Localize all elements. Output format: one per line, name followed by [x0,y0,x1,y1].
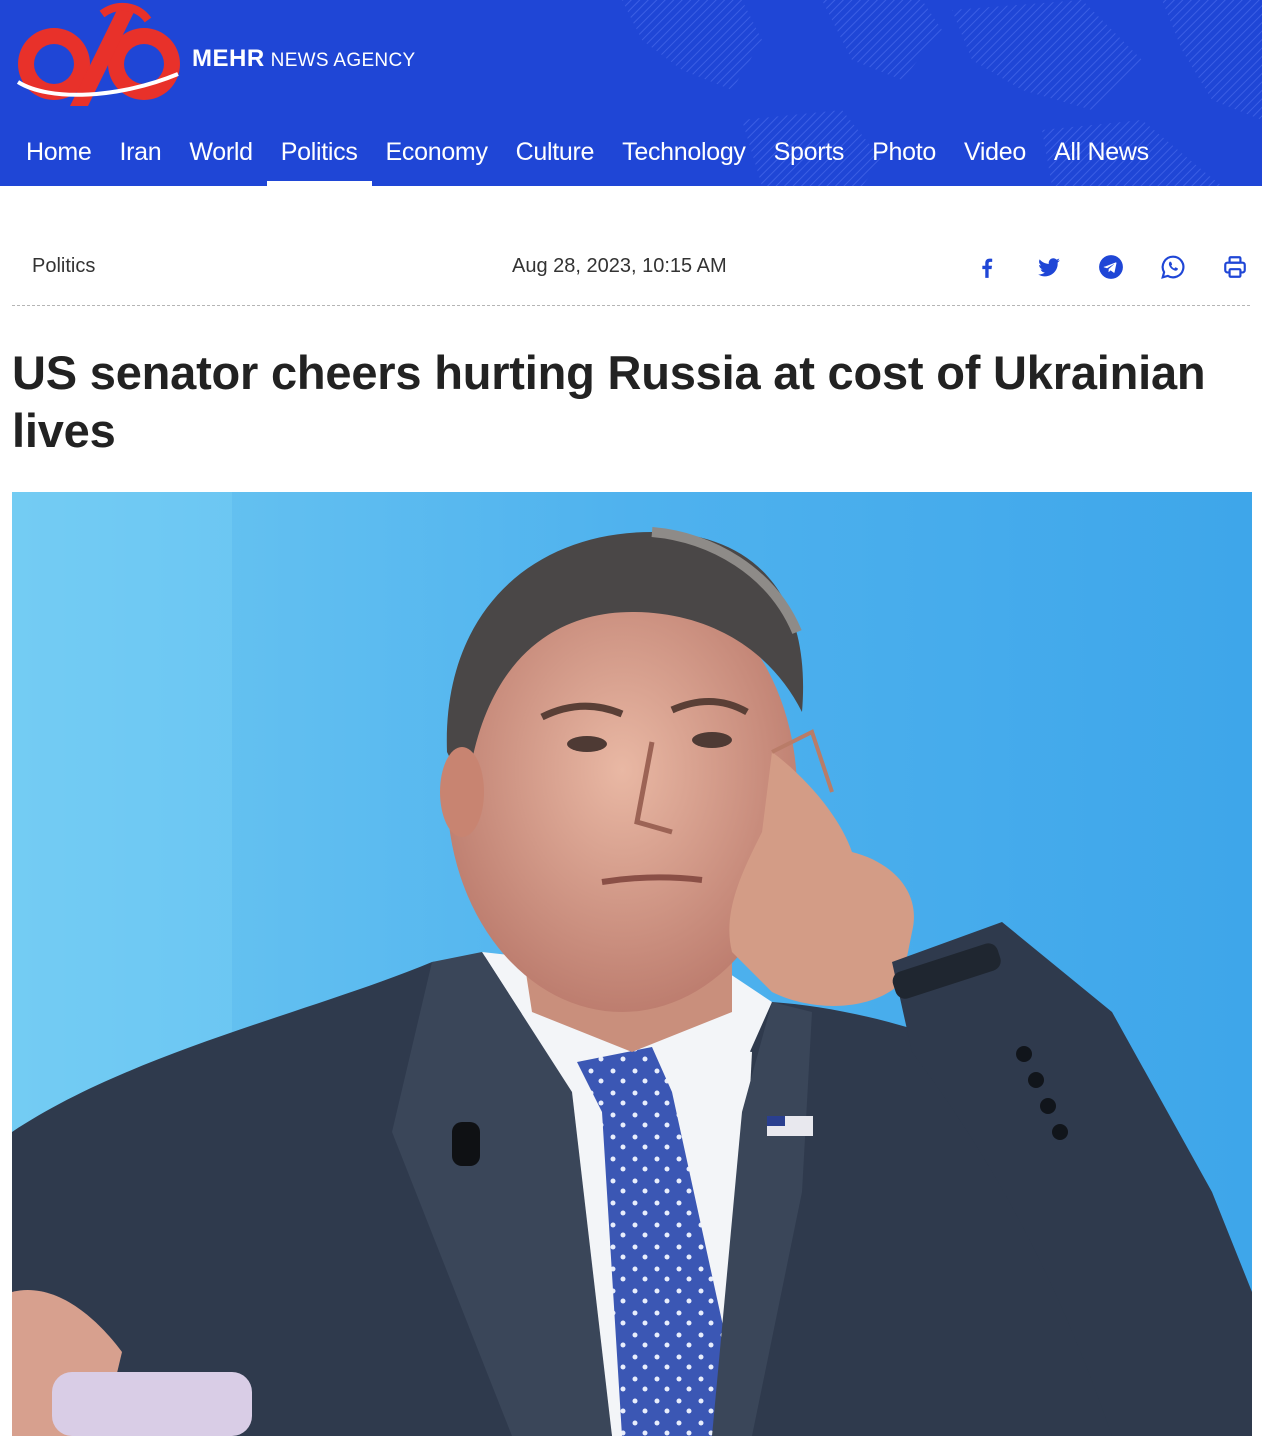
mehr-logo-icon [16,2,180,106]
whatsapp-icon[interactable] [1158,252,1188,282]
category-link[interactable]: Politics [32,255,95,278]
nav-item-photo[interactable]: Photo [858,128,950,186]
nav-item-sports[interactable]: Sports [760,128,858,186]
brand-tagline: NEWS AGENCY [270,50,416,71]
nav-item-home[interactable]: Home [12,128,106,186]
nav-item-world[interactable]: World [175,128,266,186]
nav-item-culture[interactable]: Culture [502,128,609,186]
brand-logo-link[interactable]: MEHR NEWS AGENCY [10,2,415,110]
article-photo [12,492,1252,1436]
nav-item-politics[interactable]: Politics [266,128,372,186]
brand-name: MEHR [192,45,265,72]
twitter-icon[interactable] [1034,252,1064,282]
nav-item-iran[interactable]: Iran [106,128,176,186]
print-icon[interactable] [1220,252,1250,282]
facebook-icon[interactable] [972,252,1002,282]
article-title: US senator cheers hurting Russia at cost… [12,346,1206,457]
main-nav: Home Iran World Politics Economy Culture… [12,128,1163,186]
nav-item-video[interactable]: Video [950,128,1040,186]
nav-item-all-news[interactable]: All News [1040,128,1163,186]
site-header: MEHR NEWS AGENCY Home Iran World Politics… [0,0,1262,186]
nav-item-economy[interactable]: Economy [372,128,502,186]
article-meta: Politics Aug 28, 2023, 10:15 AM [12,240,1250,306]
senator-portrait-image [12,492,1252,1436]
nav-item-technology[interactable]: Technology [608,128,759,186]
publish-date: Aug 28, 2023, 10:15 AM [512,255,727,277]
share-bar [940,252,1250,282]
telegram-icon[interactable] [1096,252,1126,282]
